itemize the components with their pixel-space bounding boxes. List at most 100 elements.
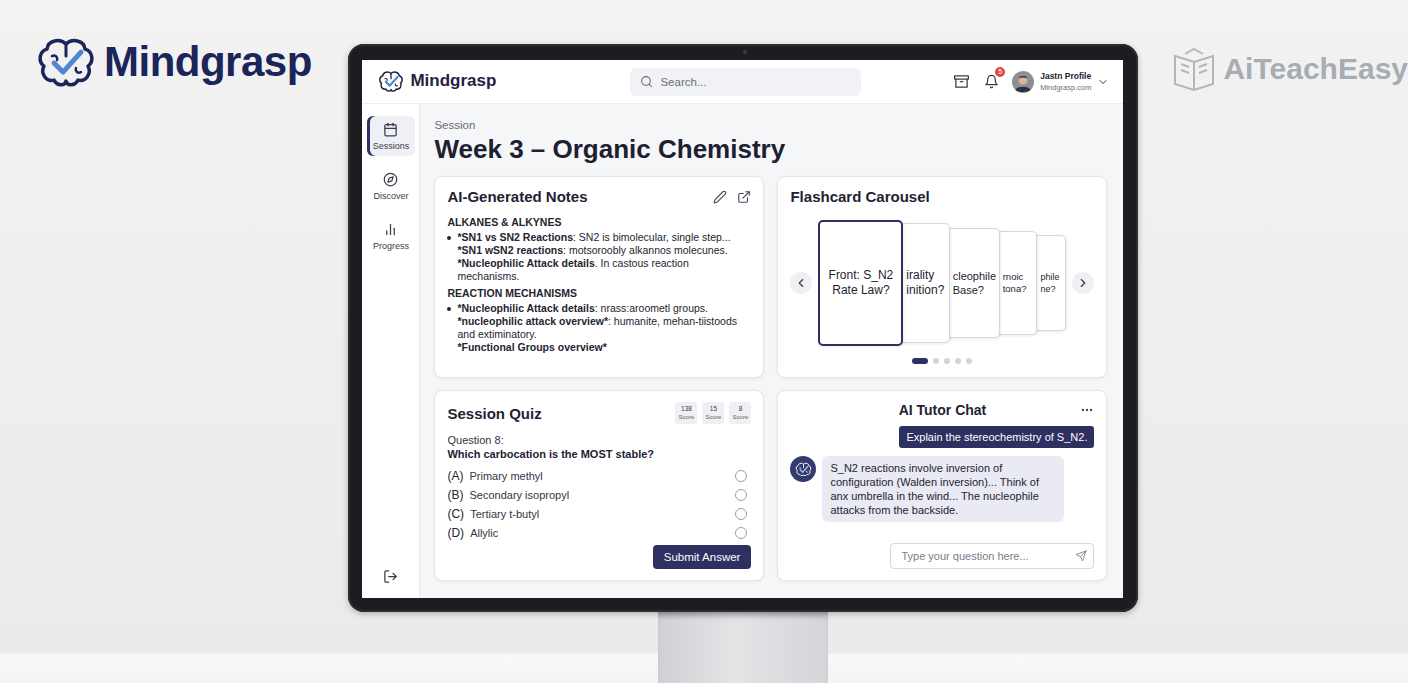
- notes-term: *Nucleophilic Attack details: [457, 302, 594, 314]
- question-text: Which carbocation is the MOST stable?: [447, 447, 751, 461]
- archive-button[interactable]: [952, 73, 970, 91]
- sidebar-item[interactable]: Progress: [367, 216, 415, 256]
- card-tools: [713, 190, 751, 204]
- quiz-option[interactable]: (B)Secondary isopropyl: [447, 485, 751, 504]
- search-field[interactable]: Search...: [630, 68, 861, 96]
- logout-button[interactable]: [383, 569, 398, 584]
- notes-line: *Functional Groups overview*: [457, 341, 751, 354]
- score-chip: 15Score: [702, 402, 724, 424]
- notes-body: ALKANES & ALKYNES*SN1 vs SN2 Reactions: …: [447, 214, 751, 358]
- flashcard[interactable]: iralityinition?: [895, 223, 949, 343]
- radio-button[interactable]: [735, 508, 747, 520]
- bot-message: S_N2 reactions involve inversion of conf…: [822, 456, 1064, 522]
- top-bar: Mindgrasp Search... 5 Jastn ProfileMindgras…: [362, 60, 1123, 104]
- previous-button[interactable]: [790, 272, 812, 294]
- score-value: 8: [739, 405, 743, 413]
- option-letter: (D): [447, 526, 464, 540]
- option-text: Secondary isopropyl: [469, 489, 729, 501]
- search-placeholder: Search...: [660, 76, 706, 88]
- flashcard-text: Front: S_N2: [829, 268, 894, 283]
- carousel-dot[interactable]: [912, 358, 928, 364]
- flashcard-text: phile: [1040, 271, 1059, 283]
- send-icon[interactable]: [1075, 550, 1087, 562]
- sidebar-item[interactable]: Sessions: [367, 116, 415, 156]
- radio-button[interactable]: [735, 527, 747, 539]
- notes-bullet: *Nucleophilic Attack details: nrass:aroo…: [447, 302, 751, 354]
- notes-line: *Nucleophilic Attack details. In castous…: [457, 257, 751, 283]
- carousel-dot[interactable]: [933, 358, 939, 364]
- notes-line: *SN1 vs SN2 Reactions: SN2 is bimolecula…: [457, 231, 751, 244]
- notes-heading: REACTION MECHANISMS: [447, 287, 751, 300]
- submit-button[interactable]: Submit Answer: [653, 545, 752, 569]
- chat-title: AI Tutor Chat: [899, 402, 987, 418]
- external-link-icon[interactable]: [737, 190, 751, 204]
- bot-message-row: S_N2 reactions involve inversion of conf…: [790, 456, 1094, 522]
- card-header: Flashcard Carousel: [790, 188, 1094, 205]
- quiz-option[interactable]: (C)Tertiary t-butyl: [447, 504, 751, 523]
- search-icon: [640, 75, 653, 88]
- notes-text: : nrass:aroometl groups.: [595, 302, 708, 314]
- pencil-icon[interactable]: [713, 190, 727, 204]
- score-chips: 138Score15Score8Score: [675, 402, 751, 424]
- card-title: Flashcard Carousel: [790, 188, 929, 205]
- flashcard-text: cleophile: [953, 269, 996, 283]
- radio-button[interactable]: [735, 470, 747, 482]
- flashcard-text: irality: [906, 268, 934, 283]
- bar-chart-icon: [383, 222, 398, 237]
- quiz-option[interactable]: (D) Allylic: [447, 523, 751, 542]
- chat-input[interactable]: [899, 549, 1071, 563]
- sidebar-item[interactable]: Discover: [367, 166, 415, 206]
- quiz-card: Session Quiz138Score15Score8ScoreQuestio…: [434, 390, 764, 581]
- watermark: AiTeachEasy: [1171, 46, 1408, 92]
- carousel-dot[interactable]: [944, 358, 950, 364]
- flashcard[interactable]: cleophileBase?: [942, 228, 1000, 338]
- carousel-dot[interactable]: [955, 358, 961, 364]
- profile-menu[interactable]: Jastn ProfileMindgrasp.com: [1012, 71, 1109, 93]
- chevron-left-icon: [794, 276, 808, 290]
- option-letter: (C): [447, 507, 464, 521]
- question-number: Question 8:: [447, 433, 751, 447]
- radio-button[interactable]: [735, 489, 747, 501]
- sidebar-label: Sessions: [373, 141, 410, 151]
- camera-dot: [743, 50, 747, 54]
- sidebar-label: Progress: [373, 241, 409, 251]
- flashcard-text: tona?: [1003, 283, 1027, 296]
- flashcard-text: Rate Law?: [832, 283, 889, 298]
- brand-name: Mindgrasp: [104, 38, 312, 86]
- card-title: Session Quiz: [447, 405, 541, 422]
- watermark-text: AiTeachEasy: [1223, 52, 1408, 86]
- carousel-dots: [790, 358, 1094, 364]
- score-chip: 138Score: [675, 402, 697, 424]
- bot-avatar: [790, 456, 816, 482]
- flashcard[interactable]: Front: S_N2Rate Law?: [818, 220, 903, 346]
- notes-term: *Functional Groups overview*: [457, 341, 606, 353]
- card-header: AI-Generated Notes: [447, 188, 751, 205]
- calendar-icon: [383, 122, 398, 137]
- flashcard-stack: Front: S_N2Rate Law?iralityinition?cleop…: [818, 220, 1066, 346]
- app-logo-text: Mindgrasp: [410, 71, 496, 91]
- dashboard-grid: AI-Generated Notes ALKANES & ALKYNES*SN1 …: [434, 176, 1108, 581]
- next-button[interactable]: [1072, 272, 1094, 294]
- chat-menu[interactable]: [1080, 403, 1094, 417]
- monitor-stand: [658, 612, 828, 683]
- notes-line: *nucleophilic attack overview*: humanite…: [457, 315, 751, 341]
- score-value: 138: [681, 405, 692, 413]
- notes-section: ALKANES & ALKYNES*SN1 vs SN2 Reactions: …: [447, 216, 751, 283]
- quiz-option[interactable]: (A)Primary methyl: [447, 466, 751, 485]
- flashcard-text: ne?: [1040, 283, 1055, 295]
- carousel-dot[interactable]: [966, 358, 972, 364]
- option-letter: (A): [447, 469, 463, 483]
- notifications-button[interactable]: 5: [982, 73, 1000, 91]
- app-body: SessionsDiscoverProgressSessionWeek 3 – …: [362, 104, 1123, 598]
- brain-check-icon: [378, 70, 404, 93]
- notes-term: *Nucleophilic Attack details: [457, 257, 594, 269]
- app-logo[interactable]: Mindgrasp: [378, 70, 630, 93]
- avatar-icon[interactable]: [1012, 71, 1034, 93]
- notes-text: : SN2 is bimolecular, single step...: [573, 231, 731, 243]
- app-screen: Mindgrasp Search... 5 Jastn ProfileMindgras…: [362, 60, 1123, 598]
- session-title: Week 3 – Organic Chemistry: [434, 134, 1108, 164]
- option-text: Allylic: [470, 527, 729, 539]
- card-header: Session Quiz138Score15Score8Score: [447, 402, 751, 424]
- submit-row: Submit Answer: [447, 545, 751, 569]
- page: Mindgrasp Mindgrasp Search... 5 Jastn Profil…: [0, 0, 1408, 683]
